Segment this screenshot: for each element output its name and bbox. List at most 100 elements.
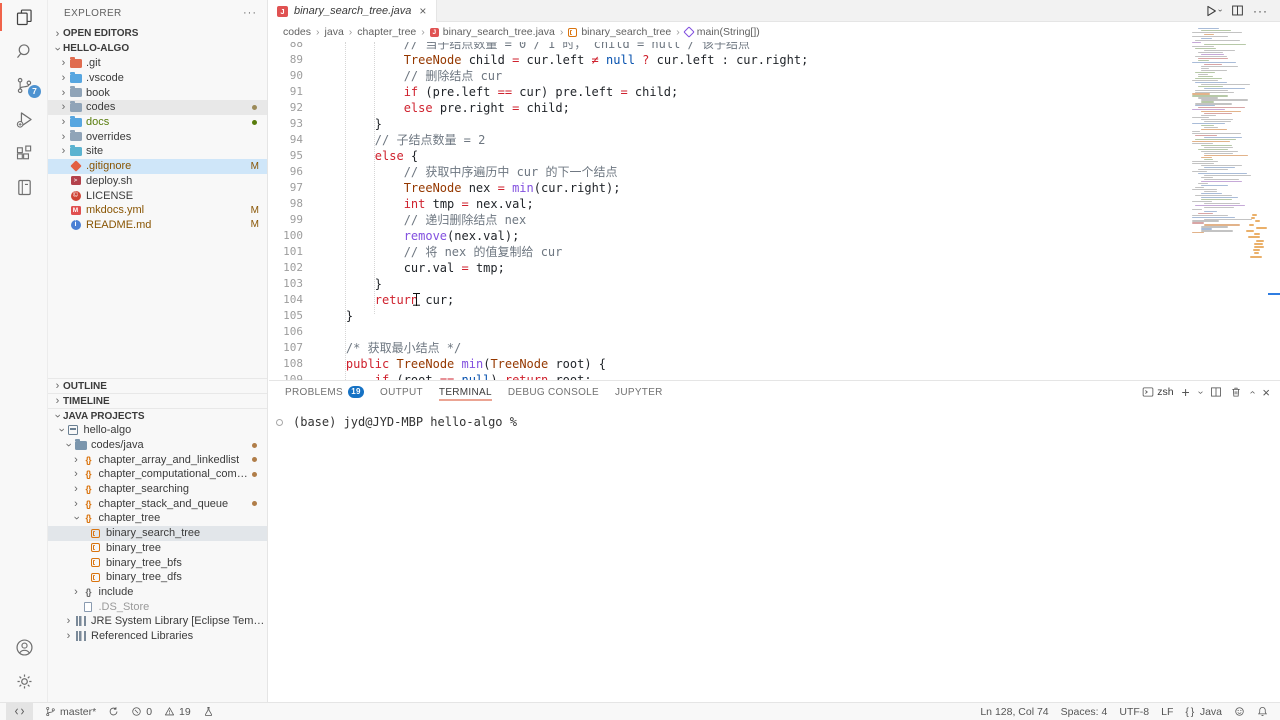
tree-item-mkdocs.yml[interactable]: Mmkdocs.ymlM bbox=[48, 203, 267, 218]
run-java-button[interactable]: › bbox=[1204, 4, 1222, 18]
status-problems-errors[interactable]: 0 bbox=[131, 706, 152, 718]
status-remote-indicator[interactable] bbox=[6, 703, 33, 720]
code-line-96[interactable]: 96// 获取中序遍历中 cur 的下一个结点 bbox=[269, 164, 1190, 180]
tree-item-README.md[interactable]: iREADME.mdM bbox=[48, 218, 267, 233]
tree-item-binary_tree[interactable]: binary_tree bbox=[48, 541, 267, 556]
chevron-right-icon[interactable]: › bbox=[58, 101, 69, 113]
status-git-sync[interactable] bbox=[108, 706, 119, 717]
terminal-shell-selector[interactable]: zsh bbox=[1142, 386, 1173, 398]
terminal[interactable]: (base) jyd@JYD-MBP hello-algo % bbox=[269, 403, 1280, 702]
explorer-more-button[interactable]: ··· bbox=[243, 7, 257, 19]
maximize-panel-icon[interactable]: › bbox=[1247, 390, 1258, 393]
tree-item-codes-java[interactable]: ›codes/java bbox=[48, 438, 267, 453]
code-line-97[interactable]: 97TreeNode nex = min(cur.right); bbox=[269, 180, 1190, 196]
tab-close-icon[interactable]: × bbox=[417, 4, 428, 18]
code-line-103[interactable]: 103} bbox=[269, 276, 1190, 292]
chevron-right-icon[interactable]: › bbox=[58, 131, 69, 143]
explorer-icon[interactable] bbox=[0, 0, 48, 34]
tree-item-LICENSE[interactable]: ©LICENSE bbox=[48, 188, 267, 203]
status-eol[interactable]: LF bbox=[1161, 706, 1173, 718]
code-line-90[interactable]: 90// 删除结点 cur bbox=[269, 68, 1190, 84]
kill-terminal-icon[interactable] bbox=[1230, 386, 1242, 398]
timeline-section[interactable]: › TIMELINE bbox=[48, 393, 267, 408]
chevron-right-icon[interactable]: › bbox=[58, 72, 69, 84]
breadcrumb-item-3[interactable]: Jbinary_search_tree.java bbox=[430, 26, 555, 38]
tree-item-chapter_array_and_linkedlist[interactable]: ›{}chapter_array_and_linkedlist bbox=[48, 452, 267, 467]
chevron-right-icon[interactable]: › bbox=[71, 498, 82, 510]
tree-item-docs[interactable]: ›docs bbox=[48, 115, 267, 130]
chevron-right-icon[interactable]: › bbox=[63, 630, 74, 642]
code-line-98[interactable]: 98int tmp = nex.val; bbox=[269, 196, 1190, 212]
status-language-mode[interactable]: { }Java bbox=[1185, 706, 1222, 718]
notebook-icon[interactable] bbox=[0, 170, 48, 204]
terminal-dropdown-icon[interactable]: › bbox=[1195, 390, 1206, 393]
breadcrumb-item-0[interactable]: codes bbox=[283, 26, 311, 38]
split-editor-button[interactable] bbox=[1231, 4, 1244, 17]
close-panel-icon[interactable]: × bbox=[1262, 385, 1270, 400]
tree-item-chapter_searching[interactable]: ›{}chapter_searching bbox=[48, 482, 267, 497]
status-git-branch[interactable]: master* bbox=[45, 706, 96, 718]
chevron-down-icon[interactable]: › bbox=[55, 425, 67, 436]
overview-ruler[interactable] bbox=[1268, 22, 1280, 380]
tree-item-binary_tree_dfs[interactable]: binary_tree_dfs bbox=[48, 570, 267, 585]
code-line-108[interactable]: 108public TreeNode min(TreeNode root) { bbox=[269, 356, 1190, 372]
code-line-109[interactable]: 109if (root == null) return root; bbox=[269, 372, 1190, 380]
code-line-92[interactable]: 92else pre.right = child; bbox=[269, 100, 1190, 116]
outline-section[interactable]: › OUTLINE bbox=[48, 378, 267, 393]
tree-item-.git[interactable]: ›.git bbox=[48, 56, 267, 71]
run-and-debug-icon[interactable] bbox=[0, 102, 48, 136]
java-projects-section[interactable]: › JAVA PROJECTS bbox=[48, 408, 267, 423]
extensions-icon[interactable] bbox=[0, 136, 48, 170]
minimap[interactable] bbox=[1190, 28, 1268, 380]
code-line-102[interactable]: 102cur.val = tmp; bbox=[269, 260, 1190, 276]
panel-tab-output[interactable]: OUTPUT bbox=[380, 381, 423, 403]
chevron-right-icon[interactable]: › bbox=[58, 57, 69, 69]
tree-item-binary_search_tree[interactable]: binary_search_tree bbox=[48, 526, 267, 541]
split-terminal-button[interactable] bbox=[1210, 386, 1222, 398]
code-line-105[interactable]: 105} bbox=[269, 308, 1190, 324]
code-line-99[interactable]: 99// 递归删除结点 nex bbox=[269, 212, 1190, 228]
tree-item-book[interactable]: ›book bbox=[48, 85, 267, 100]
tree-item-codes[interactable]: ›codes bbox=[48, 100, 267, 115]
code-line-94[interactable]: 94// 子结点数量 = 2 bbox=[269, 132, 1190, 148]
editor-more-button[interactable]: ··· bbox=[1253, 4, 1268, 18]
status-problems-warnings[interactable]: 19 bbox=[164, 706, 191, 718]
tree-item-chapter_tree[interactable]: ›{}chapter_tree bbox=[48, 511, 267, 526]
root-folder-section[interactable]: › HELLO-ALGO bbox=[48, 41, 267, 56]
tree-item-binary_tree_bfs[interactable]: binary_tree_bfs bbox=[48, 555, 267, 570]
status-notifications[interactable] bbox=[1257, 706, 1268, 717]
search-icon[interactable] bbox=[0, 34, 48, 68]
tree-item-.vscode[interactable]: ›.vscode bbox=[48, 71, 267, 86]
tree-item-chapter_computational_complexity[interactable]: ›{}chapter_computational_complexity bbox=[48, 467, 267, 482]
panel-tab-debug-console[interactable]: DEBUG CONSOLE bbox=[508, 381, 599, 403]
code-line-89[interactable]: 89TreeNode child = cur.left ≠ null ? cur… bbox=[269, 52, 1190, 68]
breadcrumb-item-2[interactable]: chapter_tree bbox=[357, 26, 416, 38]
tree-item-JRE-System-Library--Eclipse-Temurin-17--17-[interactable]: ›JRE System Library [Eclipse Temurin 17 … bbox=[48, 614, 267, 629]
tree-item-chapter_stack_and_queue[interactable]: ›{}chapter_stack_and_queue bbox=[48, 496, 267, 511]
code-line-101[interactable]: 101// 将 nex 的值复制给 cur bbox=[269, 244, 1190, 260]
code-line-91[interactable]: 91if (pre.left == cur) pre.left = child; bbox=[269, 84, 1190, 100]
status-encoding[interactable]: UTF-8 bbox=[1119, 706, 1149, 718]
tree-item-include[interactable]: ›{}include bbox=[48, 585, 267, 600]
status-cursor-position[interactable]: Ln 128, Col 74 bbox=[980, 706, 1048, 718]
chevron-right-icon[interactable]: › bbox=[58, 145, 69, 157]
chevron-down-icon[interactable]: › bbox=[63, 440, 75, 451]
chevron-right-icon[interactable]: › bbox=[71, 468, 82, 480]
panel-tab-problems[interactable]: PROBLEMS19 bbox=[285, 381, 364, 403]
panel-tab-terminal[interactable]: TERMINAL bbox=[439, 381, 492, 403]
tree-item-hello-algo[interactable]: ›hello-algo bbox=[48, 423, 267, 438]
code-line-95[interactable]: 95else { bbox=[269, 148, 1190, 164]
code-line-107[interactable]: 107/* 获取最小结点 */ bbox=[269, 340, 1190, 356]
tree-item-Referenced-Libraries[interactable]: ›Referenced Libraries bbox=[48, 629, 267, 644]
chevron-right-icon[interactable]: › bbox=[71, 454, 82, 466]
chevron-right-icon[interactable]: › bbox=[58, 87, 69, 99]
tree-item-site[interactable]: ›site bbox=[48, 144, 267, 159]
new-terminal-button[interactable]: + bbox=[1182, 384, 1190, 400]
tree-item-deploy.sh[interactable]: >deploy.sh bbox=[48, 174, 267, 189]
tab-binary-search-tree[interactable]: J binary_search_tree.java × bbox=[269, 0, 437, 22]
code-line-100[interactable]: 100remove(nex.val); bbox=[269, 228, 1190, 244]
source-control-icon[interactable]: 7 bbox=[0, 68, 48, 102]
account-icon[interactable] bbox=[0, 630, 48, 664]
panel-tab-jupyter[interactable]: JUPYTER bbox=[615, 381, 663, 403]
tree-item-.DS_Store[interactable]: .DS_Store bbox=[48, 599, 267, 614]
